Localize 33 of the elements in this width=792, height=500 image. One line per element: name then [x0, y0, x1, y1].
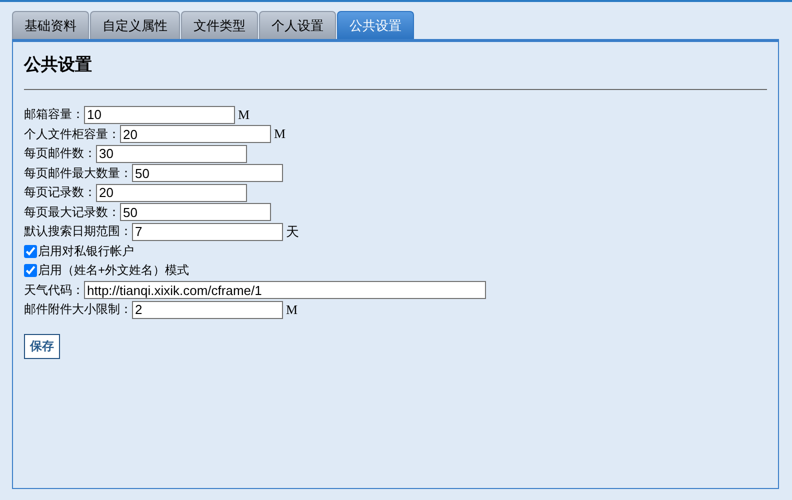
input-field[interactable]: 10 [84, 106, 235, 124]
tab[interactable]: 基础资料 [12, 11, 89, 39]
tab[interactable]: 个人设置 [259, 11, 336, 39]
input-field[interactable]: 2 [132, 300, 283, 319]
input-field[interactable]: 50 [132, 164, 283, 182]
checkbox-label: 启用（姓名+外文姓名）模式 [38, 262, 190, 280]
field-label: 每页邮件数： [24, 145, 96, 162]
field-label: 个人文件柜容量： [24, 126, 120, 143]
unit-label: M [274, 126, 286, 142]
input-field[interactable]: 7 [132, 222, 283, 241]
input-field[interactable]: 30 [96, 144, 247, 163]
field-label: 天气代码： [24, 282, 84, 299]
save-button[interactable]: 保存 [24, 334, 60, 358]
unit-label: M [286, 302, 298, 318]
tab[interactable]: 自定义属性 [90, 11, 180, 39]
input-field[interactable]: 20 [120, 125, 271, 144]
input-field[interactable]: 50 [120, 203, 271, 222]
tab[interactable]: 文件类型 [181, 11, 258, 39]
field-label: 每页记录数： [24, 184, 96, 202]
panel-heading: 公共设置 [24, 54, 93, 76]
field-label: 每页最大记录数： [24, 204, 120, 221]
checkbox[interactable] [24, 244, 37, 258]
field-label: 邮箱容量： [24, 106, 84, 124]
input-field[interactable]: 20 [96, 184, 247, 202]
field-label: 默认搜索日期范围： [24, 223, 132, 240]
unit-label: 天 [286, 222, 299, 241]
field-label: 邮件附件大小限制： [24, 301, 132, 318]
checkbox-label: 启用对私银行帐户 [38, 242, 134, 260]
unit-label: M [238, 106, 250, 123]
checkbox[interactable] [24, 264, 37, 278]
input-field[interactable]: http://tianqi.xixik.com/cframe/1 [84, 281, 486, 300]
field-label: 每页邮件最大数量： [24, 164, 132, 182]
tab[interactable]: 公共设置 [337, 11, 414, 39]
